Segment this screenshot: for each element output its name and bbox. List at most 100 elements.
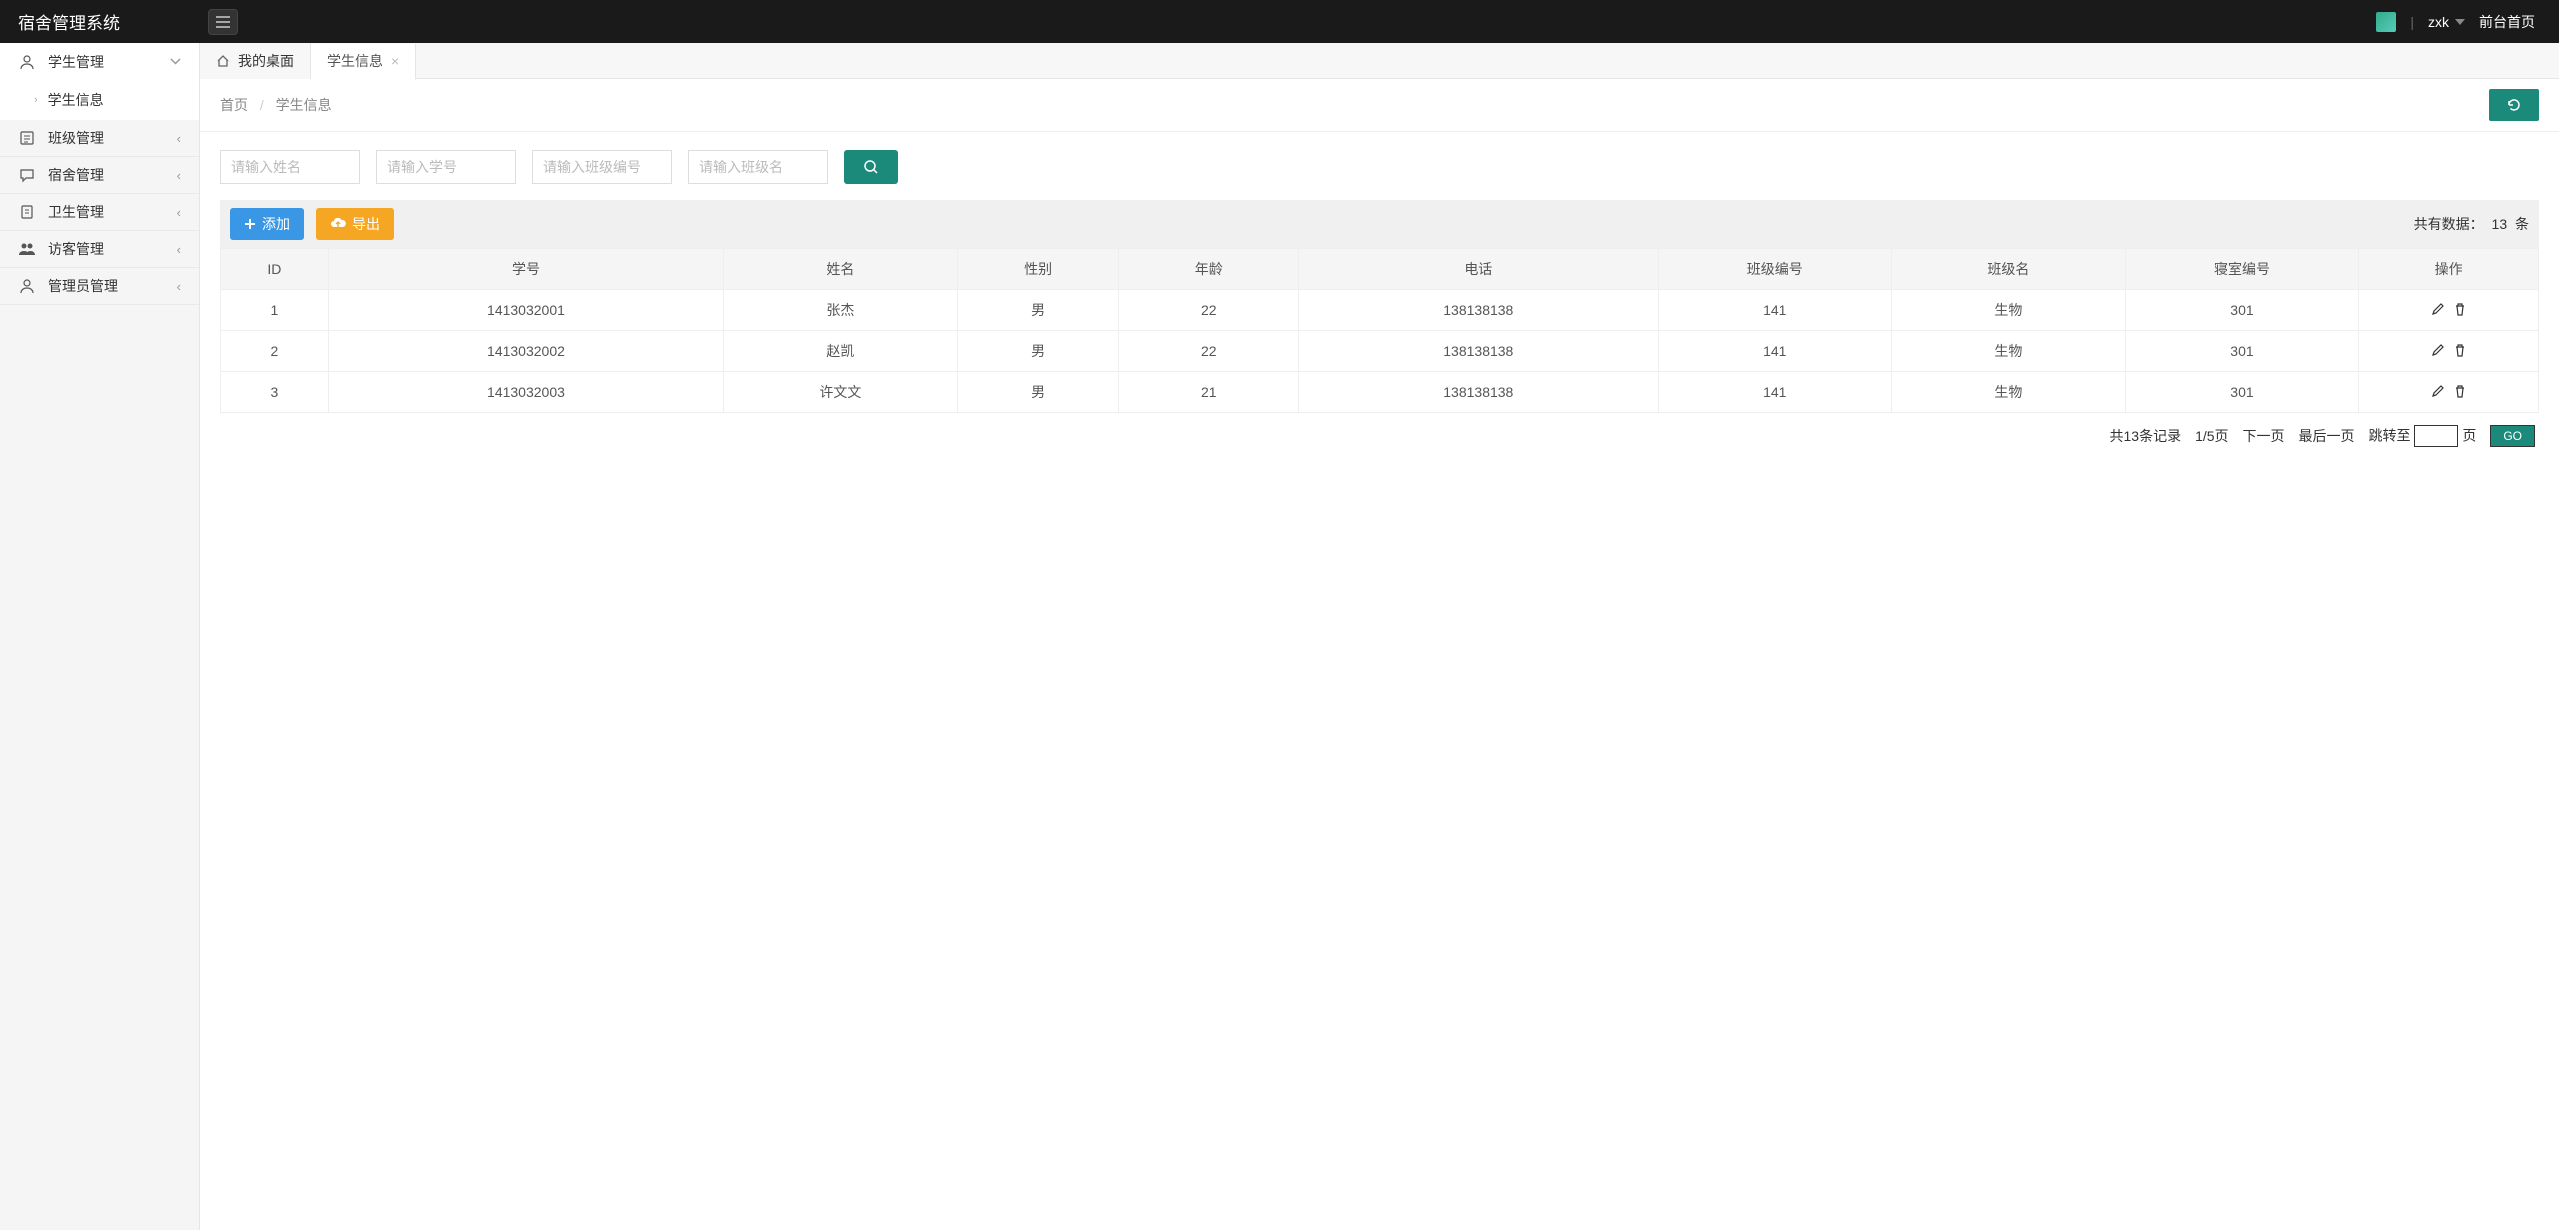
sidebar-item-class[interactable]: 班级管理 ‹	[0, 120, 199, 157]
sidebar-item-student[interactable]: 学生管理	[0, 43, 199, 80]
page-total: 共13条记录	[2110, 426, 2182, 446]
close-icon[interactable]: ×	[391, 53, 399, 69]
cloud-upload-icon	[330, 218, 346, 230]
sidebar-item-label: 访客管理	[48, 239, 104, 259]
username: zxk	[2428, 14, 2449, 30]
sidebar-item-visitor[interactable]: 访客管理 ‹	[0, 231, 199, 268]
chevron-left-icon: ‹	[177, 168, 181, 183]
cell-classname: 生物	[1892, 290, 2126, 331]
cell-phone: 138138138	[1299, 372, 1658, 413]
sidebar-item-dorm[interactable]: 宿舍管理 ‹	[0, 157, 199, 194]
cell-classno: 141	[1658, 372, 1892, 413]
th-sno: 学号	[328, 249, 723, 290]
cell-id: 3	[221, 372, 329, 413]
submenu-item-student-info[interactable]: › 学生信息	[0, 80, 199, 120]
delete-icon[interactable]	[2453, 302, 2467, 316]
doc-icon	[18, 203, 36, 221]
sidebar-item-label: 学生管理	[48, 52, 104, 72]
chevron-left-icon: ‹	[177, 242, 181, 257]
cell-action	[2359, 372, 2539, 413]
page-last[interactable]: 最后一页	[2299, 426, 2355, 446]
sidebar: 学生管理 › 学生信息 班级管理 ‹ 宿舍管理 ‹ 卫生管理 ‹ 访客管理	[0, 43, 200, 1230]
tab-desktop[interactable]: 我的桌面	[200, 43, 311, 79]
cell-id: 2	[221, 331, 329, 372]
th-age: 年龄	[1119, 249, 1299, 290]
th-classno: 班级编号	[1658, 249, 1892, 290]
cell-gender: 男	[957, 331, 1119, 372]
th-dorm: 寝室编号	[2125, 249, 2359, 290]
delete-icon[interactable]	[2453, 384, 2467, 398]
edit-icon[interactable]	[2431, 302, 2445, 316]
edit-icon[interactable]	[2431, 384, 2445, 398]
chevron-left-icon: ‹	[177, 205, 181, 220]
search-name-input[interactable]	[220, 150, 360, 184]
th-classname: 班级名	[1892, 249, 2126, 290]
data-count: 共有数据： 13 条	[2414, 214, 2529, 234]
th-id: ID	[221, 249, 329, 290]
cell-age: 21	[1119, 372, 1299, 413]
cell-phone: 138138138	[1299, 290, 1658, 331]
frontend-link[interactable]: 前台首页	[2479, 12, 2535, 32]
chevron-right-icon: ›	[34, 94, 38, 106]
add-button[interactable]: 添加	[230, 208, 304, 240]
count-suffix: 条	[2515, 216, 2529, 232]
tab-student-info[interactable]: 学生信息 ×	[311, 44, 416, 80]
cell-sno: 1413032002	[328, 331, 723, 372]
th-phone: 电话	[1299, 249, 1658, 290]
breadcrumb: 首页 / 学生信息	[220, 95, 332, 115]
refresh-button[interactable]	[2489, 89, 2539, 121]
sidebar-item-label: 卫生管理	[48, 202, 104, 222]
submenu-student: › 学生信息	[0, 80, 199, 120]
header-right: | zxk 前台首页	[2376, 12, 2559, 32]
tabs-bar: 我的桌面 学生信息 ×	[200, 43, 2559, 79]
chevron-left-icon: ‹	[177, 131, 181, 146]
search-classno-input[interactable]	[532, 150, 672, 184]
cell-classno: 141	[1658, 331, 1892, 372]
cell-name: 张杰	[724, 290, 958, 331]
table-row: 21413032002赵凯男22138138138141生物301	[221, 331, 2539, 372]
content-area: 添加 导出 共有数据： 13 条 ID 学号 姓名	[200, 132, 2559, 1230]
chat-icon	[18, 166, 36, 184]
breadcrumb-current: 学生信息	[276, 97, 332, 113]
jump-prefix: 跳转至	[2369, 428, 2411, 444]
search-button[interactable]	[844, 150, 898, 184]
top-header: 宿舍管理系统 | zxk 前台首页	[0, 0, 2559, 43]
export-button[interactable]: 导出	[316, 208, 394, 240]
search-classname-input[interactable]	[688, 150, 828, 184]
page-jump-input[interactable]	[2414, 425, 2458, 447]
submenu-item-label: 学生信息	[48, 90, 104, 110]
chevron-left-icon: ‹	[177, 279, 181, 294]
cell-age: 22	[1119, 331, 1299, 372]
refresh-icon	[2506, 97, 2522, 113]
table-row: 31413032003许文文男21138138138141生物301	[221, 372, 2539, 413]
tab-label: 我的桌面	[238, 51, 294, 71]
user-icon	[18, 53, 36, 71]
cell-classno: 141	[1658, 290, 1892, 331]
cell-name: 赵凯	[724, 331, 958, 372]
breadcrumb-home[interactable]: 首页	[220, 97, 248, 113]
breadcrumb-bar: 首页 / 学生信息	[200, 79, 2559, 132]
breadcrumb-sep: /	[260, 97, 264, 113]
sidebar-item-hygiene[interactable]: 卫生管理 ‹	[0, 194, 199, 231]
cell-gender: 男	[957, 372, 1119, 413]
tab-label: 学生信息	[327, 51, 383, 71]
count-value: 13	[2492, 216, 2508, 232]
cell-gender: 男	[957, 290, 1119, 331]
user-menu[interactable]: zxk	[2428, 14, 2465, 30]
jump-suffix: 页	[2462, 428, 2476, 444]
search-icon	[863, 159, 879, 175]
cell-classname: 生物	[1892, 331, 2126, 372]
page-next[interactable]: 下一页	[2243, 426, 2285, 446]
menu-toggle-button[interactable]	[208, 9, 238, 35]
sidebar-item-label: 班级管理	[48, 128, 104, 148]
divider: |	[2410, 14, 2414, 30]
main-content: 我的桌面 学生信息 × 首页 / 学生信息	[200, 43, 2559, 1230]
cell-sno: 1413032001	[328, 290, 723, 331]
delete-icon[interactable]	[2453, 343, 2467, 357]
edit-icon[interactable]	[2431, 343, 2445, 357]
th-name: 姓名	[724, 249, 958, 290]
page-go-button[interactable]: GO	[2490, 425, 2535, 447]
sidebar-item-admin[interactable]: 管理员管理 ‹	[0, 268, 199, 305]
data-table: ID 学号 姓名 性别 年龄 电话 班级编号 班级名 寝室编号 操作 11413…	[220, 248, 2539, 413]
search-sno-input[interactable]	[376, 150, 516, 184]
